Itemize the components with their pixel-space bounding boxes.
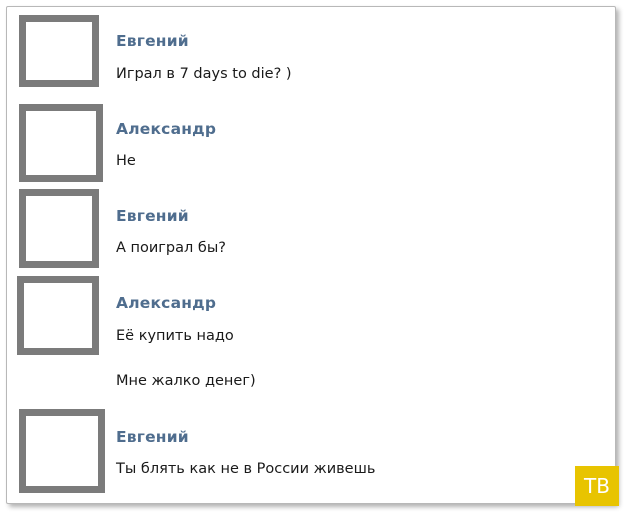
watermark-badge: ТВ (575, 466, 619, 506)
message-text: Не (116, 153, 136, 169)
author-name[interactable]: Евгений (116, 207, 189, 225)
author-name[interactable]: Александр (116, 120, 216, 138)
message-text: Играл в 7 days to die? ) (116, 66, 292, 82)
avatar[interactable] (19, 15, 99, 87)
author-name[interactable]: Евгений (116, 428, 189, 446)
message-text: А поиграл бы? (116, 240, 226, 256)
message-text: Мне жалко денег) (116, 373, 256, 389)
message-text: Ты блять как не в России живешь (116, 461, 376, 477)
avatar[interactable] (17, 276, 99, 355)
author-name[interactable]: Евгений (116, 32, 189, 50)
author-name[interactable]: Александр (116, 294, 216, 312)
message-text: Её купить надо (116, 328, 234, 344)
avatar[interactable] (19, 409, 105, 493)
avatar[interactable] (19, 104, 103, 182)
avatar[interactable] (19, 189, 99, 268)
